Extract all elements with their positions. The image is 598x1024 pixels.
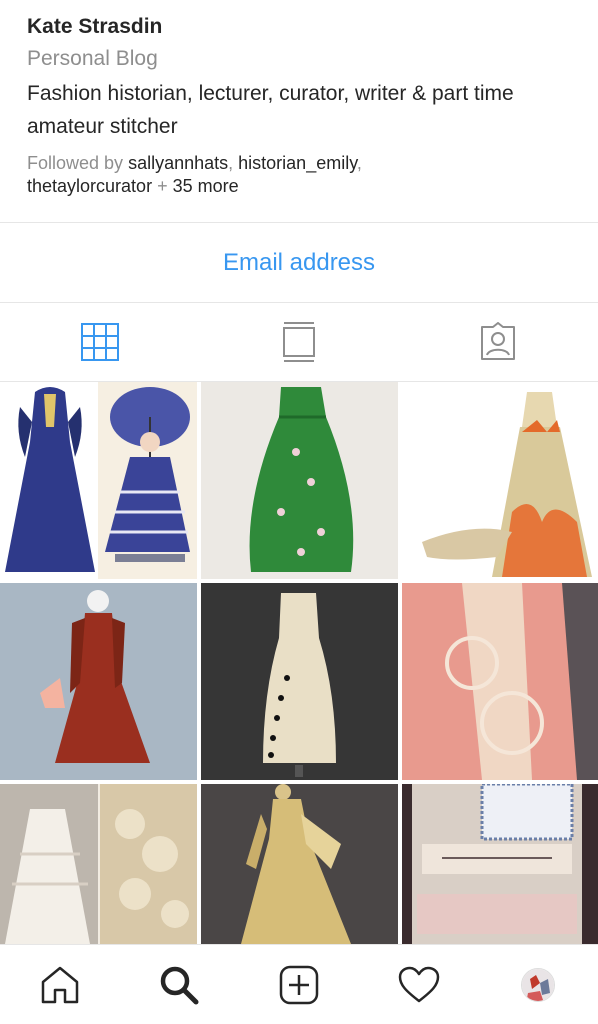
- post-image: [402, 382, 598, 579]
- post-image: [402, 784, 598, 944]
- post-thumbnail[interactable]: [0, 382, 197, 579]
- follower-link[interactable]: thetaylorcurator: [27, 176, 152, 196]
- post-image: [201, 382, 398, 579]
- heart-icon: [398, 966, 439, 1002]
- post-thumbnail[interactable]: [201, 583, 398, 780]
- post-thumbnail[interactable]: [201, 784, 398, 944]
- post-image: [0, 583, 197, 780]
- post-thumbnail[interactable]: [402, 583, 598, 780]
- more-followers-link[interactable]: 35 more: [173, 176, 239, 196]
- tagged-icon: [481, 322, 516, 360]
- email-address-button[interactable]: Email address: [223, 249, 375, 277]
- nav-home[interactable]: [0, 945, 120, 1024]
- post-grid: [0, 382, 598, 944]
- post-image: [201, 784, 398, 944]
- plus-square-icon: [279, 965, 319, 1004]
- post-thumbnail[interactable]: [201, 382, 398, 579]
- separator: ,: [228, 153, 239, 173]
- search-icon: [161, 966, 199, 1004]
- profile-bio: Fashion historian, lecturer, curator, wr…: [27, 82, 514, 138]
- followed-by-prefix: Followed by: [27, 153, 129, 173]
- profile-tabs: [0, 303, 598, 381]
- profile-name: Kate Strasdin: [27, 15, 163, 38]
- plus-sign: +: [152, 176, 173, 196]
- post-thumbnail[interactable]: [0, 583, 197, 780]
- profile-category: Personal Blog: [27, 47, 158, 70]
- action-row: Email address: [0, 223, 598, 302]
- follower-link[interactable]: sallyannhats: [128, 153, 228, 173]
- post-thumbnail[interactable]: [0, 784, 197, 944]
- bottom-nav: [0, 944, 598, 1024]
- feed-icon: [282, 322, 315, 362]
- nav-profile[interactable]: [478, 945, 598, 1024]
- nav-activity[interactable]: [359, 945, 479, 1024]
- avatar: [521, 967, 556, 1002]
- followed-by[interactable]: Followed by sallyannhats, historian_emil…: [27, 152, 571, 198]
- post-thumbnail[interactable]: [402, 784, 598, 944]
- separator: ,: [356, 153, 362, 173]
- tab-feed[interactable]: [199, 303, 398, 381]
- post-image: [201, 583, 398, 780]
- post-thumbnail[interactable]: [402, 382, 598, 579]
- follower-link[interactable]: historian_emily: [238, 153, 357, 173]
- post-image: [0, 784, 197, 944]
- post-image: [402, 583, 598, 780]
- nav-search[interactable]: [120, 945, 240, 1024]
- tab-grid[interactable]: [0, 303, 199, 381]
- post-image: [0, 382, 197, 579]
- home-icon: [41, 966, 79, 1003]
- nav-new-post[interactable]: [239, 945, 359, 1024]
- grid-icon: [80, 323, 119, 361]
- tab-tagged[interactable]: [399, 303, 598, 381]
- profile-info: Kate Strasdin Personal Blog Fashion hist…: [0, 0, 598, 222]
